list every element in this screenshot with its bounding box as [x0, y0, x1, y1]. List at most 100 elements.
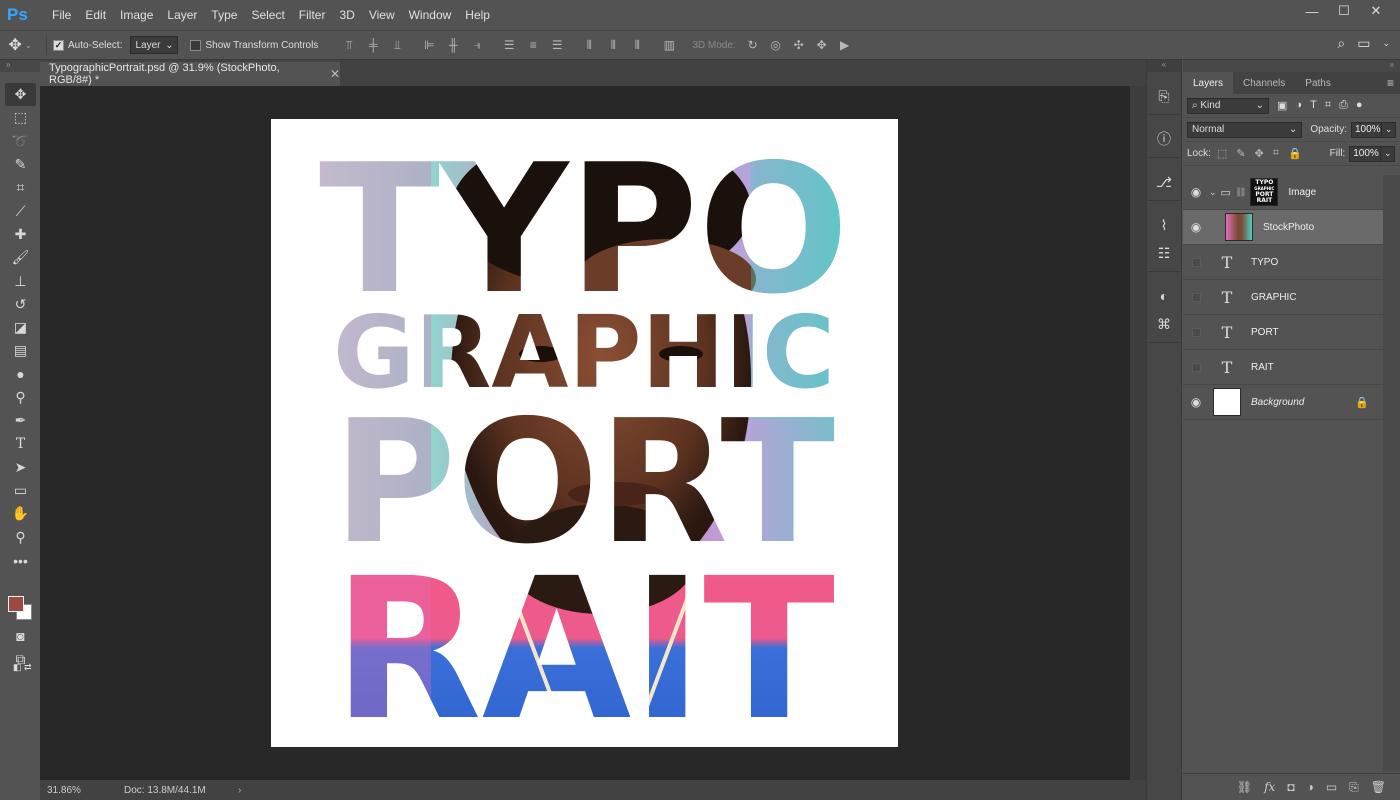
chevron-down-icon[interactable]: ⌄: [1381, 145, 1396, 162]
eraser-tool-icon[interactable]: ◪: [5, 316, 36, 339]
eyedropper-tool-icon[interactable]: ⟋: [5, 199, 36, 222]
minimize-button[interactable]: —: [1296, 4, 1328, 19]
lock-position-icon[interactable]: ✥: [1255, 147, 1264, 160]
marquee-tool-icon[interactable]: ⬚: [5, 106, 36, 129]
quick-mask-icon[interactable]: ◙: [5, 624, 36, 647]
align-left-edges-icon[interactable]: ⊫: [420, 36, 438, 54]
quick-select-tool-icon[interactable]: ✎: [5, 153, 36, 176]
document-tab[interactable]: TypographicPortrait.psd @ 31.9% (StockPh…: [40, 62, 340, 86]
filter-kind-dropdown[interactable]: ⌕ Kind ⌄: [1187, 97, 1269, 114]
healing-brush-tool-icon[interactable]: ✚: [5, 223, 36, 246]
visibility-toggle[interactable]: [1183, 327, 1209, 337]
align-bottom-edges-icon[interactable]: ⫫: [388, 36, 406, 54]
move-tool-preset-icon[interactable]: ✥ ⌄: [0, 35, 40, 55]
properties-panel-icon[interactable]: ☷: [1147, 239, 1181, 267]
new-layer-icon[interactable]: ⎘: [1349, 780, 1359, 795]
panel-collapse-icon[interactable]: »: [1183, 60, 1400, 72]
menu-filter[interactable]: Filter: [292, 0, 333, 30]
menu-window[interactable]: Window: [402, 0, 459, 30]
visibility-toggle[interactable]: [1183, 362, 1209, 372]
filter-type-icon[interactable]: T: [1310, 99, 1317, 112]
visibility-toggle[interactable]: [1183, 292, 1209, 302]
distribute-hcenter-icon[interactable]: ⦀: [604, 36, 622, 54]
clone-stamp-tool-icon[interactable]: ⊥: [5, 269, 36, 292]
path-selection-tool-icon[interactable]: ➤: [5, 456, 36, 479]
add-mask-icon[interactable]: ◘: [1287, 780, 1294, 794]
history-panel-icon[interactable]: ⎘: [1147, 82, 1181, 110]
panel-menu-icon[interactable]: ≡: [1387, 76, 1394, 90]
filter-toggle-icon[interactable]: ●: [1356, 99, 1363, 112]
menu-edit[interactable]: Edit: [78, 0, 113, 30]
crop-tool-icon[interactable]: ⌗: [5, 176, 36, 199]
brushes-panel-icon[interactable]: ⌇: [1147, 211, 1181, 239]
hand-tool-icon[interactable]: ✋: [5, 502, 36, 525]
menu-file[interactable]: File: [45, 0, 78, 30]
tab-layers[interactable]: Layers: [1183, 72, 1234, 94]
link-layers-icon[interactable]: ⛓: [1237, 780, 1252, 794]
blend-mode-dropdown[interactable]: Normal ⌄: [1187, 121, 1303, 138]
chevron-down-icon[interactable]: ⌄: [1209, 187, 1217, 198]
zoom-level[interactable]: 31.86%: [40, 785, 112, 796]
menu-select[interactable]: Select: [244, 0, 291, 30]
move-tool-icon[interactable]: ✥: [5, 83, 36, 107]
orbit-3d-icon[interactable]: ↻: [744, 36, 762, 54]
eye-icon[interactable]: ◉: [1183, 220, 1209, 234]
delete-layer-icon[interactable]: 🗑: [1371, 780, 1386, 794]
distribute-right-icon[interactable]: ⦀: [628, 36, 646, 54]
distribute-vcenter-icon[interactable]: ≡: [524, 36, 542, 54]
menu-type[interactable]: Type: [204, 0, 244, 30]
auto-align-icon[interactable]: ▥: [660, 36, 678, 54]
distribute-top-icon[interactable]: ☰: [500, 36, 518, 54]
maximize-button[interactable]: ☐: [1328, 3, 1360, 19]
auto-select-checkbox[interactable]: ✓: [53, 39, 64, 51]
opacity-input[interactable]: 100%: [1351, 121, 1383, 138]
brush-tool-icon[interactable]: 🖌: [5, 246, 36, 269]
lock-artboard-icon[interactable]: ⌗: [1273, 147, 1279, 160]
filter-shape-icon[interactable]: ⌗: [1325, 99, 1331, 112]
layer-row-port[interactable]: T PORT: [1183, 315, 1383, 350]
auto-select-option[interactable]: ✓ Auto-Select:: [53, 39, 122, 51]
gradient-tool-icon[interactable]: ▤: [5, 339, 36, 362]
tab-channels[interactable]: Channels: [1233, 72, 1295, 94]
history-brush-tool-icon[interactable]: ↺: [5, 293, 36, 316]
align-right-edges-icon[interactable]: ⫣: [468, 36, 486, 54]
new-adjustment-icon[interactable]: ◑: [1307, 780, 1314, 794]
layer-row-stockphoto[interactable]: ◉ StockPhoto: [1183, 210, 1383, 245]
drag-3d-icon[interactable]: ✣: [790, 36, 808, 54]
menu-image[interactable]: Image: [113, 0, 160, 30]
filter-adjustment-icon[interactable]: ◑: [1295, 99, 1302, 112]
new-group-icon[interactable]: ▭: [1326, 780, 1337, 794]
eye-icon[interactable]: ◉: [1183, 395, 1209, 409]
visibility-toggle[interactable]: [1183, 257, 1209, 267]
filter-smart-object-icon[interactable]: ⎙: [1339, 99, 1348, 112]
tab-paths[interactable]: Paths: [1295, 72, 1341, 94]
chevron-right-icon[interactable]: ›: [238, 785, 241, 796]
fill-input[interactable]: 100%: [1349, 145, 1382, 162]
distribute-bottom-icon[interactable]: ☰: [548, 36, 566, 54]
lasso-tool-icon[interactable]: ➰: [5, 130, 36, 153]
search-icon[interactable]: ⌕: [1337, 35, 1345, 52]
layer-row-image[interactable]: ◉ ⌄ ▭ ⛓ TYPO GRAPHIC PORT RAIT Image: [1183, 175, 1383, 210]
foreground-color-swatch[interactable]: [8, 596, 24, 612]
roll-3d-icon[interactable]: ◎: [767, 36, 785, 54]
auto-select-target-dropdown[interactable]: Layer ⌄: [130, 36, 179, 54]
scale-3d-icon[interactable]: ▶: [836, 36, 854, 54]
layer-row-background[interactable]: ◉ Background 🔒: [1183, 385, 1383, 420]
screen-mode-icon[interactable]: ⧉: [5, 648, 36, 671]
pen-tool-icon[interactable]: ✒: [5, 409, 36, 432]
layer-row-typo[interactable]: T TYPO: [1183, 245, 1383, 280]
menu-help[interactable]: Help: [458, 0, 497, 30]
slide-3d-icon[interactable]: ✥: [813, 36, 831, 54]
layer-row-graphic[interactable]: T GRAPHIC: [1183, 280, 1383, 315]
align-vertical-centers-icon[interactable]: ╪: [364, 36, 382, 54]
eye-icon[interactable]: ◉: [1183, 185, 1209, 199]
adjustments-panel-icon[interactable]: ◐: [1147, 282, 1181, 310]
layer-style-icon[interactable]: fx: [1264, 780, 1275, 794]
menu-view[interactable]: View: [362, 0, 402, 30]
lock-pixels-icon[interactable]: ✎: [1236, 147, 1245, 160]
chevron-down-icon[interactable]: ⌄: [1382, 38, 1390, 49]
lock-all-icon[interactable]: 🔒: [1288, 147, 1302, 160]
show-transform-checkbox[interactable]: [190, 39, 202, 51]
filter-pixel-icon[interactable]: ▣: [1277, 99, 1287, 112]
menu-3d[interactable]: 3D: [332, 0, 361, 30]
